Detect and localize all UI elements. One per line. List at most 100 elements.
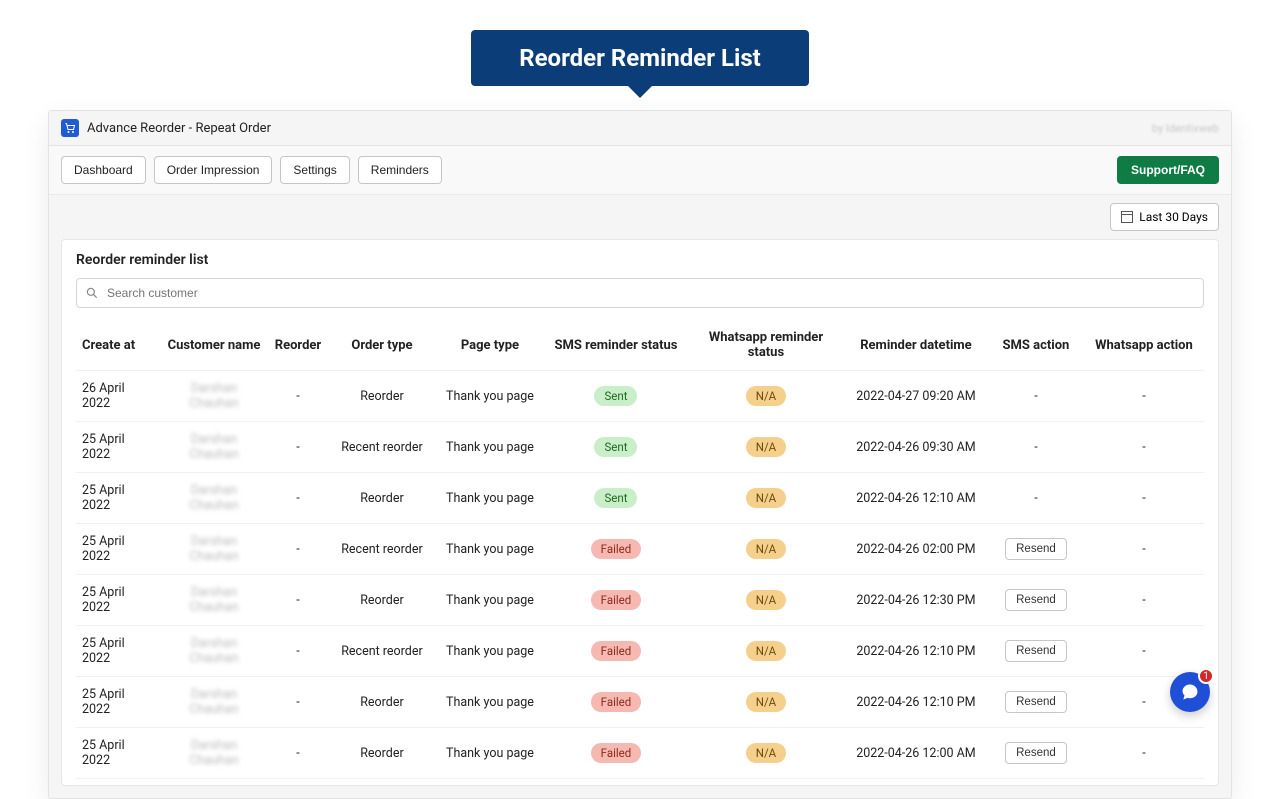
- col-page-type: Page type: [436, 320, 544, 371]
- table-cell: -: [988, 473, 1084, 524]
- table-cell: Reorder: [328, 371, 436, 422]
- table-cell: 2022-04-26 12:10 AM: [844, 473, 988, 524]
- reminder-panel: Reorder reminder list Create at Customer…: [61, 239, 1219, 786]
- table-cell: -: [1084, 473, 1204, 524]
- table-cell: -: [268, 575, 328, 626]
- table-cell: 25 April 2022: [76, 728, 160, 779]
- customer-name-blurred: Darshan Chauhan: [189, 636, 238, 666]
- table-cell: Darshan Chauhan: [160, 524, 268, 575]
- whatsapp-status-badge: N/A: [746, 539, 786, 559]
- table-cell: -: [268, 422, 328, 473]
- table-cell: Sent: [544, 371, 688, 422]
- table-cell: -: [268, 524, 328, 575]
- table-cell: 25 April 2022: [76, 575, 160, 626]
- col-wa-status: Whatsapp reminder status: [688, 320, 844, 371]
- col-order-type: Order type: [328, 320, 436, 371]
- whatsapp-status-badge: N/A: [746, 437, 786, 457]
- table-cell: -: [1084, 422, 1204, 473]
- table-cell: 26 April 2022: [76, 371, 160, 422]
- sms-status-badge: Sent: [594, 488, 637, 508]
- table-cell: N/A: [688, 728, 844, 779]
- nav-dashboard[interactable]: Dashboard: [61, 156, 146, 184]
- customer-name-blurred: Darshan Chauhan: [189, 381, 238, 411]
- nav-reminders[interactable]: Reminders: [358, 156, 442, 184]
- table-cell: N/A: [688, 575, 844, 626]
- search-input[interactable]: [107, 283, 1195, 303]
- table-cell: 2022-04-26 12:10 PM: [844, 626, 988, 677]
- table-cell: Darshan Chauhan: [160, 626, 268, 677]
- whatsapp-status-badge: N/A: [746, 692, 786, 712]
- table-cell: Thank you page: [436, 422, 544, 473]
- col-wa-action: Whatsapp action: [1084, 320, 1204, 371]
- table-cell: Thank you page: [436, 473, 544, 524]
- table-row: 25 April 2022Darshan Chauhan-Recent reor…: [76, 626, 1204, 677]
- table-cell: Failed: [544, 626, 688, 677]
- table-cell: 2022-04-26 12:00 AM: [844, 728, 988, 779]
- support-faq-button[interactable]: Support/FAQ: [1117, 156, 1219, 184]
- sms-status-badge: Failed: [591, 692, 642, 712]
- col-sms-status: SMS reminder status: [544, 320, 688, 371]
- table-row: 25 April 2022Darshan Chauhan-Recent reor…: [76, 422, 1204, 473]
- resend-sms-button[interactable]: Resend: [1005, 538, 1067, 560]
- search-container: [76, 278, 1204, 308]
- table-cell: Darshan Chauhan: [160, 422, 268, 473]
- table-header-row: Create at Customer name Reorder Order ty…: [76, 320, 1204, 371]
- resend-sms-button[interactable]: Resend: [1005, 742, 1067, 764]
- col-reorder: Reorder: [268, 320, 328, 371]
- resend-sms-button[interactable]: Resend: [1005, 691, 1067, 713]
- table-cell: Resend: [988, 524, 1084, 575]
- table-cell: -: [1084, 575, 1204, 626]
- table-cell: Resend: [988, 728, 1084, 779]
- sms-status-badge: Failed: [591, 590, 642, 610]
- callout-banner: Reorder Reminder List: [0, 0, 1280, 86]
- nav-settings[interactable]: Settings: [280, 156, 349, 184]
- table-cell: -: [1084, 728, 1204, 779]
- customer-name-blurred: Darshan Chauhan: [189, 687, 238, 717]
- col-sms-action: SMS action: [988, 320, 1084, 371]
- table-cell: Failed: [544, 575, 688, 626]
- table-cell: Failed: [544, 524, 688, 575]
- table-cell: Thank you page: [436, 728, 544, 779]
- date-range-filter[interactable]: Last 30 Days: [1110, 203, 1219, 231]
- customer-name-blurred: Darshan Chauhan: [189, 483, 238, 513]
- table-row: 25 April 2022Darshan Chauhan - ReorderThan…: [76, 728, 1204, 779]
- nav-order-impression[interactable]: Order Impression: [154, 156, 273, 184]
- table-cell: N/A: [688, 524, 844, 575]
- whatsapp-status-badge: N/A: [746, 488, 786, 508]
- resend-sms-button[interactable]: Resend: [1005, 640, 1067, 662]
- callout-text: Reorder Reminder List: [471, 30, 809, 86]
- table-cell: Recent reorder: [328, 626, 436, 677]
- customer-name-blurred: Darshan Chauhan: [189, 432, 238, 462]
- sms-status-badge: Sent: [594, 386, 637, 406]
- table-cell: Thank you page: [436, 524, 544, 575]
- table-cell: -: [988, 371, 1084, 422]
- col-reminder-dt: Reminder datetime: [844, 320, 988, 371]
- table-cell: N/A: [688, 371, 844, 422]
- table-cell: Thank you page: [436, 371, 544, 422]
- customer-name-blurred: Darshan Chauhan: [189, 534, 238, 564]
- whatsapp-status-badge: N/A: [746, 641, 786, 661]
- resend-sms-button[interactable]: Resend: [1005, 589, 1067, 611]
- whatsapp-status-badge: N/A: [746, 386, 786, 406]
- app-title: Advance Reorder - Repeat Order: [87, 121, 271, 136]
- table-cell: -: [268, 626, 328, 677]
- table-cell: Reorder: [328, 728, 436, 779]
- app-logo-icon: [61, 119, 79, 137]
- col-create-at: Create at: [76, 320, 160, 371]
- table-cell: -: [268, 371, 328, 422]
- table-cell: N/A: [688, 422, 844, 473]
- nav-bar: Dashboard Order Impression Settings Remi…: [49, 146, 1231, 195]
- table-cell: Resend: [988, 575, 1084, 626]
- table-cell: Sent: [544, 473, 688, 524]
- panel-title: Reorder reminder list: [76, 252, 1204, 268]
- table-cell: Reorder: [328, 575, 436, 626]
- table-row: 25 April 2022Darshan Chauhan-Recent reor…: [76, 524, 1204, 575]
- chat-fab[interactable]: 1: [1170, 672, 1210, 712]
- table-cell: Recent reorder: [328, 524, 436, 575]
- table-cell: Resend: [988, 626, 1084, 677]
- table-cell: Reorder: [328, 473, 436, 524]
- table-cell: Darshan Chauhan: [160, 728, 268, 779]
- table-cell: 2022-04-26 02:00 PM: [844, 524, 988, 575]
- table-cell: -: [1084, 524, 1204, 575]
- table-cell: Failed: [544, 728, 688, 779]
